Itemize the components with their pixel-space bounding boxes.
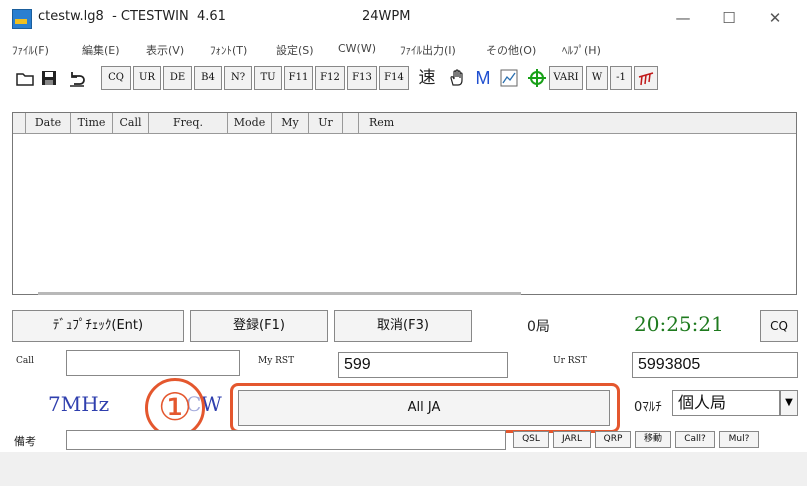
myrst-input[interactable]: 599	[338, 352, 508, 378]
call-label: Call	[16, 356, 35, 366]
menu-font[interactable]: ﾌｫﾝﾄ(T)	[210, 42, 247, 58]
log-col-extra[interactable]	[343, 113, 359, 133]
band-display[interactable]: 7MHz	[48, 392, 109, 416]
cancel-button[interactable]: 取消(F3)	[334, 310, 472, 342]
crosshair-icon[interactable]	[526, 66, 548, 90]
window-bottom-area	[0, 452, 807, 486]
horizontal-scrollbar[interactable]	[38, 292, 521, 295]
qsl-button[interactable]: QSL	[513, 431, 549, 448]
n-query-macro-button[interactable]: N?	[224, 66, 252, 90]
log-col-freq[interactable]: Freq.	[149, 113, 228, 133]
minus-one-button[interactable]: -1	[610, 66, 632, 90]
mul-query-button[interactable]: Mul?	[719, 431, 759, 448]
minimize-button[interactable]: —	[660, 0, 706, 36]
hand-icon[interactable]	[446, 66, 468, 90]
de-macro-button[interactable]: DE	[163, 66, 192, 90]
portable-button[interactable]: 移動	[635, 431, 671, 448]
b4-macro-button[interactable]: B4	[194, 66, 222, 90]
log-col-my[interactable]: My	[272, 113, 309, 133]
f14-macro-button[interactable]: F14	[379, 66, 409, 90]
f12-macro-button[interactable]: F12	[315, 66, 345, 90]
cq-macro-button[interactable]: CQ	[101, 66, 131, 90]
f11-macro-button[interactable]: F11	[284, 66, 313, 90]
jarl-button[interactable]: JARL	[553, 431, 591, 448]
log-col-ur[interactable]: Ur	[309, 113, 343, 133]
cq-button[interactable]: CQ	[760, 310, 798, 342]
log-col-call[interactable]: Call	[113, 113, 149, 133]
multi-count: 0ﾏﾙﾁ	[634, 400, 662, 415]
contest-select-button[interactable]: All JA	[238, 390, 610, 426]
wpm-indicator: 24WPM	[362, 9, 411, 24]
vari-button[interactable]: VARI	[549, 66, 583, 90]
qrp-button[interactable]: QRP	[595, 431, 631, 448]
menu-edit[interactable]: 編集(E)	[82, 42, 120, 58]
w-button[interactable]: W	[586, 66, 608, 90]
category-select[interactable]: 個人局	[672, 390, 780, 416]
tu-macro-button[interactable]: TU	[254, 66, 282, 90]
call-query-button[interactable]: Call?	[675, 431, 715, 448]
log-col-rem[interactable]: Rem	[359, 113, 419, 133]
log-col-time[interactable]: Time	[71, 113, 113, 133]
annotation-marker: ①	[145, 378, 205, 438]
log-col-date[interactable]: Date	[26, 113, 71, 133]
log-col-blank	[13, 113, 26, 133]
remarks-input[interactable]	[66, 430, 506, 450]
chevron-down-icon[interactable]: ▼	[780, 390, 798, 416]
menu-file[interactable]: ﾌｧｲﾙ(F)	[12, 42, 49, 58]
menu-other[interactable]: その他(O)	[486, 42, 536, 58]
menu-help[interactable]: ﾍﾙﾌﾟ(H)	[562, 42, 601, 58]
ur-macro-button[interactable]: UR	[133, 66, 161, 90]
open-folder-icon[interactable]	[14, 66, 36, 90]
register-button[interactable]: 登録(F1)	[190, 310, 328, 342]
clock: 20:25:21	[634, 312, 724, 336]
menu-view[interactable]: 表示(V)	[146, 42, 184, 58]
log-col-mode[interactable]: Mode	[228, 113, 272, 133]
undo-icon[interactable]	[66, 66, 88, 90]
close-button[interactable]: ✕	[752, 0, 798, 36]
maximize-button[interactable]: ☐	[706, 0, 752, 36]
window-title: ctestw.lg8 - CTESTWIN 4.61	[38, 9, 226, 24]
menu-cw[interactable]: CW(W)	[338, 42, 376, 55]
call-input[interactable]	[66, 350, 240, 376]
menu-settings[interactable]: 設定(S)	[276, 42, 314, 58]
memory-button[interactable]: M	[472, 66, 494, 90]
menu-file-output[interactable]: ﾌｧｲﾙ出力(I)	[400, 42, 456, 58]
myrst-label: My RST	[258, 356, 295, 366]
app-icon	[12, 9, 32, 29]
log-window[interactable]	[12, 112, 797, 295]
graph-icon[interactable]	[498, 66, 520, 90]
speed-button[interactable]: 速	[414, 66, 440, 90]
f13-macro-button[interactable]: F13	[347, 66, 377, 90]
antenna-icon[interactable]	[634, 66, 658, 90]
qso-count: 0局	[527, 319, 550, 335]
dupe-check-button[interactable]: ﾃﾞｭﾌﾟﾁｪｯｸ(Ent)	[12, 310, 184, 342]
save-icon[interactable]	[38, 66, 60, 90]
remarks-label: 備考	[14, 435, 36, 448]
urrst-input[interactable]: 5993805	[632, 352, 798, 378]
urrst-label: Ur RST	[553, 356, 587, 366]
